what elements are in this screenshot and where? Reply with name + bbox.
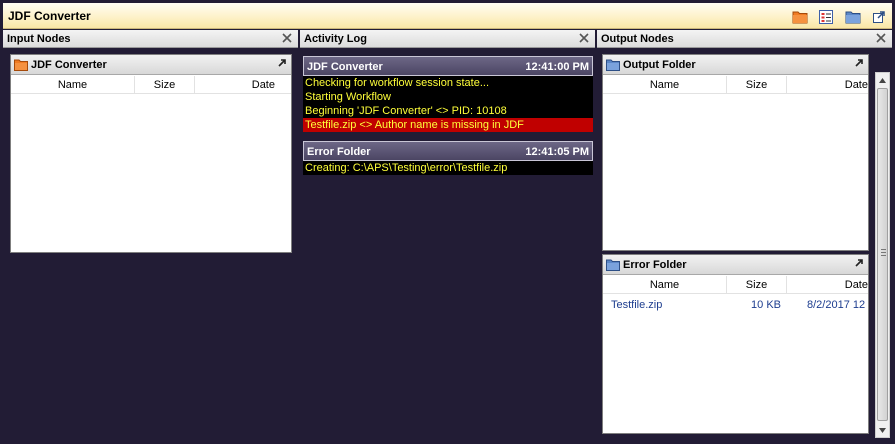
column-size[interactable]: Size xyxy=(135,76,195,94)
title-bar: JDF Converter xyxy=(3,3,892,29)
column-size[interactable]: Size xyxy=(727,76,787,94)
folder-blue-icon xyxy=(606,59,620,74)
node-title: JDF Converter xyxy=(31,59,107,71)
close-icon[interactable] xyxy=(874,31,888,45)
log-block-time: 12:41:00 PM xyxy=(525,61,589,73)
expand-arrow-icon[interactable] xyxy=(854,258,864,271)
folder-orange-icon xyxy=(14,59,28,74)
activity-log-header: Activity Log xyxy=(300,30,595,48)
expand-arrow-icon[interactable] xyxy=(854,58,864,71)
column-size[interactable]: Size xyxy=(727,276,787,294)
close-icon[interactable] xyxy=(280,31,294,45)
scroll-thumb[interactable] xyxy=(877,88,888,421)
output-nodes-panel: Output Nodes Output Folder Name Size Dat… xyxy=(597,30,892,439)
column-name[interactable]: Name xyxy=(603,76,727,94)
column-date[interactable]: Date xyxy=(787,276,868,294)
expand-arrow-icon[interactable] xyxy=(277,58,287,71)
activity-log-panel: Activity Log JDF Converter 12:41:00 PM C… xyxy=(300,30,595,439)
file-size: 10 KB xyxy=(751,299,781,311)
table-row[interactable]: Testfile.zip 10 KB 8/2/2017 12 xyxy=(603,297,868,313)
scroll-down-icon[interactable] xyxy=(876,423,889,437)
log-block-title: JDF Converter xyxy=(307,61,383,73)
input-node-jdf-converter[interactable]: JDF Converter Name Size Date xyxy=(10,54,292,253)
output-node-output-folder[interactable]: Output Folder Name Size Date xyxy=(602,54,869,251)
close-icon[interactable] xyxy=(577,31,591,45)
node-header: Error Folder xyxy=(603,255,868,275)
log-line: Checking for workflow session state... xyxy=(303,76,593,90)
log-block-header: JDF Converter 12:41:00 PM xyxy=(303,56,593,76)
input-nodes-panel: Input Nodes JDF Converter Name Size Date xyxy=(3,30,298,439)
folder-orange-icon xyxy=(792,11,808,23)
log-block-title: Error Folder xyxy=(307,146,371,158)
log-line: Starting Workflow xyxy=(303,90,593,104)
vertical-scrollbar[interactable] xyxy=(875,72,890,438)
log-block-error-folder: Error Folder 12:41:05 PM Creating: C:\AP… xyxy=(303,141,593,175)
pop-out-icon xyxy=(873,10,885,23)
output-node-error-folder[interactable]: Error Folder Name Size Date Testfile.zip… xyxy=(602,254,869,434)
node-title: Output Folder xyxy=(623,59,696,71)
scroll-up-icon[interactable] xyxy=(876,73,889,87)
column-date[interactable]: Date xyxy=(195,76,275,94)
column-headers: Name Size Date xyxy=(603,276,868,294)
checklist-button[interactable] xyxy=(816,7,836,26)
log-block-header: Error Folder 12:41:05 PM xyxy=(303,141,593,161)
log-block-jdf-converter: JDF Converter 12:41:00 PM Checking for w… xyxy=(303,56,593,132)
open-folder-button[interactable] xyxy=(790,7,810,26)
grip-icon xyxy=(881,249,886,256)
log-line-error: Testfile.zip <> Author name is missing i… xyxy=(303,118,593,132)
column-date[interactable]: Date xyxy=(787,76,868,94)
node-title: Error Folder xyxy=(623,259,687,271)
column-name[interactable]: Name xyxy=(603,276,727,294)
column-headers: Name Size Date xyxy=(603,76,868,94)
input-nodes-header: Input Nodes xyxy=(3,30,298,48)
log-line: Creating: C:\APS\Testing\error\Testfile.… xyxy=(303,161,593,175)
checklist-icon xyxy=(819,9,833,24)
window-title: JDF Converter xyxy=(8,9,91,23)
log-block-time: 12:41:05 PM xyxy=(525,146,589,158)
log-line: Beginning 'JDF Converter' <> PID: 10108 xyxy=(303,104,593,118)
column-headers: Name Size Date xyxy=(11,76,291,94)
input-nodes-title: Input Nodes xyxy=(7,33,71,45)
file-name: Testfile.zip xyxy=(611,299,663,311)
node-header: Output Folder xyxy=(603,55,868,75)
node-header: JDF Converter xyxy=(11,55,291,75)
folder-blue-icon xyxy=(606,259,620,274)
folder-blue-icon xyxy=(845,11,861,23)
file-date: 8/2/2017 12 xyxy=(807,299,866,311)
column-name[interactable]: Name xyxy=(11,76,135,94)
output-nodes-title: Output Nodes xyxy=(601,33,674,45)
output-folder-button[interactable] xyxy=(843,7,863,26)
pop-out-button[interactable] xyxy=(869,7,889,26)
output-nodes-header: Output Nodes xyxy=(597,30,892,48)
activity-log-title: Activity Log xyxy=(304,33,367,45)
